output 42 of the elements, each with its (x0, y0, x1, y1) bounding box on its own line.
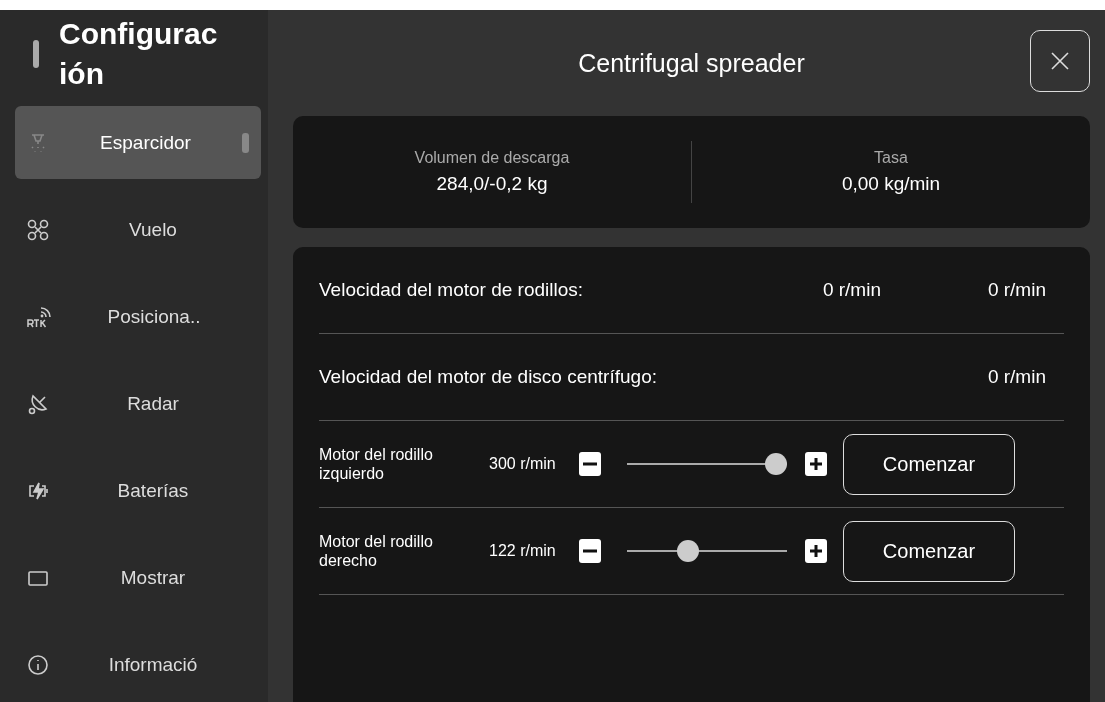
plus-button[interactable] (805, 539, 827, 563)
speed-value: 300 r/min (489, 455, 557, 473)
slider-thumb[interactable] (676, 540, 699, 562)
sidebar-item[interactable]: Mostrar (15, 541, 261, 614)
plus-icon (809, 544, 823, 558)
minus-button[interactable] (579, 452, 601, 476)
sidebar-title: Configuración (59, 16, 219, 92)
info-icon (27, 653, 49, 676)
setting-label: Motor del rodillo izquierdo (319, 445, 434, 483)
minus-icon (583, 462, 597, 466)
speed-value: 122 r/min (489, 542, 557, 560)
minus-button[interactable] (579, 539, 601, 563)
speed-reading: 0 r/min (986, 366, 1046, 388)
selection-indicator (242, 132, 249, 153)
close-icon (1049, 50, 1071, 72)
sidebar-item[interactable]: Posiciona.. (15, 280, 261, 353)
sidebar-item[interactable]: Esparcidor (15, 106, 261, 179)
sidebar-item[interactable]: Baterías (15, 454, 261, 527)
page-title: Centrifugal spreader (578, 48, 805, 78)
drone-icon (27, 218, 49, 241)
start-button[interactable]: Comenzar (843, 433, 1015, 495)
setting-label: Velocidad del motor de disco centrífugo: (319, 366, 657, 388)
setting-label: Velocidad del motor de rodillos: (319, 279, 584, 301)
speed-reading: 0 r/min (986, 279, 1046, 301)
close-button[interactable] (1030, 30, 1090, 92)
sidebar-item[interactable]: Vuelo (15, 193, 261, 266)
rtk-signal-icon (27, 305, 51, 328)
start-button[interactable]: Comenzar (843, 520, 1015, 582)
setting-label: Motor del rodillo derecho (319, 532, 434, 570)
plus-button[interactable] (805, 452, 827, 476)
stat-value: 284,0/-0,2 kg (436, 173, 548, 195)
plus-icon (809, 457, 823, 471)
satellite-dish-icon (27, 392, 49, 415)
stat-label: Tasa (874, 149, 908, 167)
minus-icon (583, 549, 597, 553)
slider-thumb[interactable] (764, 453, 787, 475)
drag-handle[interactable] (33, 40, 39, 68)
sidebar-item[interactable]: Radar (15, 367, 261, 440)
stat-value: 0,00 kg/min (841, 173, 941, 195)
sidebar-item[interactable]: Informació (15, 628, 261, 701)
stat-label: Volumen de descarga (414, 149, 570, 167)
speed-reading: 0 r/min (821, 279, 881, 301)
